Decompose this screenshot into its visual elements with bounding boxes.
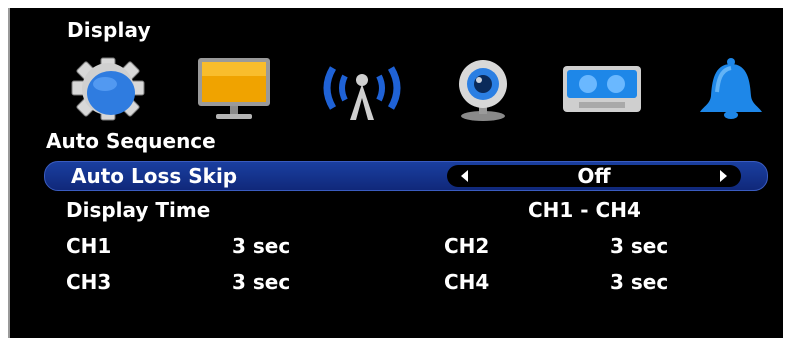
- menu-icon-row: [10, 56, 783, 122]
- channel-time[interactable]: 3 sec: [610, 234, 668, 258]
- channel-name: CH4: [444, 270, 490, 294]
- menu-title: Display: [67, 18, 151, 42]
- monitor-icon[interactable]: [190, 56, 280, 122]
- camera-icon[interactable]: [438, 56, 528, 122]
- section-title: Auto Sequence: [46, 129, 216, 153]
- channel-name: CH1: [66, 234, 112, 258]
- auto-loss-skip-selector[interactable]: Off: [447, 164, 741, 188]
- chevron-right-icon[interactable]: [720, 170, 727, 182]
- auto-loss-skip-value: Off: [577, 164, 611, 188]
- dvr-menu-screen: Display Auto Sequence Auto Loss Skip Off…: [8, 8, 783, 338]
- channel-time[interactable]: 3 sec: [232, 270, 290, 294]
- bell-icon[interactable]: [686, 56, 776, 122]
- auto-loss-skip-label: Auto Loss Skip: [71, 164, 238, 188]
- channel-time[interactable]: 3 sec: [610, 270, 668, 294]
- gear-icon[interactable]: [64, 56, 154, 122]
- display-time-range[interactable]: CH1 - CH4: [528, 198, 641, 222]
- network-icon[interactable]: [317, 56, 407, 122]
- channel-name: CH3: [66, 270, 112, 294]
- display-time-label: Display Time: [66, 198, 211, 222]
- auto-loss-skip-row[interactable]: Auto Loss Skip Off: [44, 161, 768, 191]
- channel-time[interactable]: 3 sec: [232, 234, 290, 258]
- recorder-icon[interactable]: [557, 56, 647, 122]
- channel-name: CH2: [444, 234, 490, 258]
